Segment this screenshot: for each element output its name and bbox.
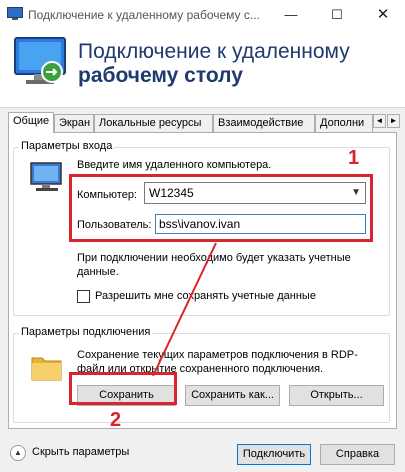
header-title-line2: рабочему столу — [78, 64, 243, 87]
tab-advanced[interactable]: Дополни — [315, 114, 373, 132]
computer-icon — [30, 162, 62, 191]
save-as-button[interactable]: Сохранить как... — [185, 385, 280, 406]
connection-settings-legend: Параметры подключения — [19, 326, 153, 338]
credentials-note: При подключении необходимо будет указать… — [77, 252, 351, 278]
annotation-marker-1: 1 — [348, 147, 360, 169]
help-button[interactable]: Справка — [320, 444, 395, 465]
hide-options-link[interactable]: Скрыть параметры — [32, 446, 129, 458]
header-title-line1: Подключение к удаленному — [78, 40, 350, 63]
tab-scroll-right[interactable]: ► — [387, 114, 400, 128]
logon-settings-legend: Параметры входа — [19, 140, 115, 152]
close-button[interactable]: ✕ — [361, 0, 405, 30]
folder-icon — [31, 357, 62, 381]
tab-experience[interactable]: Взаимодействие — [213, 114, 315, 132]
remember-credentials-label[interactable]: Разрешить мне сохранять учетные данные — [95, 290, 316, 302]
tab-local-resources[interactable]: Локальные ресурсы — [94, 114, 213, 132]
title-bar: Подключение к удаленному рабочему с... —… — [0, 0, 405, 30]
remote-desktop-icon — [7, 7, 23, 20]
annotation-box-2 — [69, 372, 177, 405]
annotation-box-1 — [69, 174, 373, 242]
enter-computer-prompt: Введите имя удаленного компьютера. — [77, 159, 272, 171]
remote-desktop-logo-icon — [14, 37, 66, 84]
collapse-options-icon[interactable]: ▲ — [10, 445, 26, 461]
connect-button[interactable]: Подключить — [237, 444, 311, 465]
header-banner: Подключение к удаленному рабочему столу — [0, 30, 405, 108]
tab-scroll-left[interactable]: ◄ — [373, 114, 386, 128]
minimize-button[interactable]: — — [269, 0, 313, 30]
remember-credentials-checkbox[interactable] — [77, 290, 90, 303]
tab-general[interactable]: Общие — [8, 112, 54, 133]
window-title: Подключение к удаленному рабочему с... — [28, 8, 260, 22]
open-button[interactable]: Открыть... — [289, 385, 384, 406]
dialog-footer: ▲ Скрыть параметры Подключить Справка — [0, 436, 405, 472]
annotation-marker-2: 2 — [110, 409, 122, 431]
tab-display[interactable]: Экран — [54, 114, 94, 132]
maximize-button[interactable]: ☐ — [315, 0, 359, 30]
